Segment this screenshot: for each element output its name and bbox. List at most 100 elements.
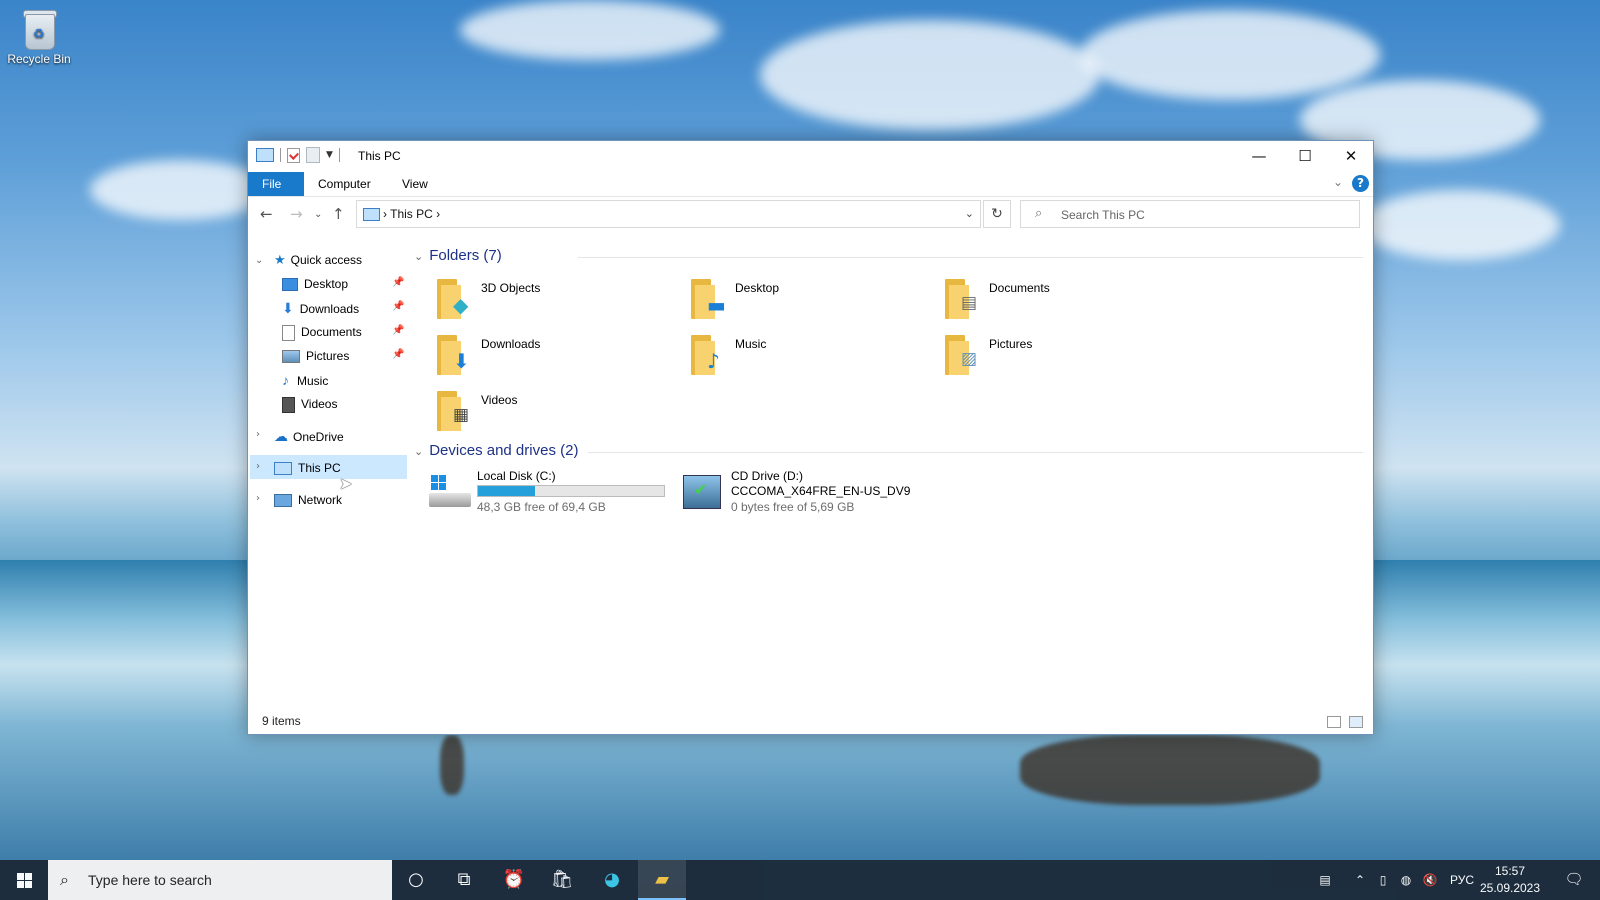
folder-icon: ♪	[689, 335, 727, 375]
drive-free-space: 48,3 GB free of 69,4 GB	[477, 500, 606, 514]
nav-item-documents[interactable]: Documents	[282, 321, 362, 343]
folder-music[interactable]: ♪ Music	[689, 331, 929, 383]
toolbar-separator	[280, 148, 281, 162]
nav-item-music[interactable]: ♪ Music	[282, 369, 328, 391]
nav-item-pictures[interactable]: Pictures	[282, 345, 349, 367]
drive-name: CD Drive (D:)	[731, 469, 803, 483]
folder-icon: ⬇	[435, 335, 473, 375]
up-arrow-icon[interactable]: ↑	[332, 205, 345, 223]
tab-file[interactable]: File	[248, 172, 304, 196]
nav-label: Music	[297, 374, 329, 388]
folder-label: Desktop	[735, 281, 780, 295]
network-globe-icon[interactable]: ◍	[1396, 860, 1416, 900]
clock-date: 25.09.2023	[1479, 881, 1541, 895]
music-note-icon: ♪	[707, 349, 720, 373]
news-widget-icon[interactable]: ▤	[1310, 860, 1340, 900]
pin-icon[interactable]: 📌	[392, 277, 404, 288]
cloud	[760, 20, 1100, 130]
notifications-icon[interactable]: 🗨	[1556, 860, 1592, 900]
folders-group-header[interactable]: ⌄ Folders (7)	[414, 247, 502, 264]
nav-label: Quick access	[290, 253, 363, 267]
taskbar: ⌕ Type here to search ○ ⧉ ⏰ 🛍 ◕ ▰ ▤ ⌃ ▯ …	[0, 860, 1600, 900]
show-hidden-icons-icon[interactable]: ⌃	[1350, 860, 1370, 900]
chevron-right-icon[interactable]: ›	[256, 493, 260, 504]
nav-item-desktop[interactable]: Desktop	[282, 273, 348, 295]
customize-toolbar-dropdown-icon[interactable]: ▼	[326, 150, 333, 160]
document-icon: ▤	[961, 293, 978, 313]
title-bar[interactable]: ▼ This PC — ☐ ✕	[248, 141, 1373, 171]
folder-desktop[interactable]: ▬ Desktop	[689, 275, 929, 327]
alarms-clock-icon[interactable]: ⏰	[490, 860, 538, 900]
breadcrumb-this-pc[interactable]: This PC	[390, 207, 433, 221]
details-view-icon[interactable]	[1327, 716, 1341, 728]
nav-item-videos[interactable]: Videos	[282, 393, 337, 415]
refresh-icon[interactable]: ↻	[983, 200, 1011, 228]
nav-label: Videos	[301, 397, 338, 411]
film-icon: ▦	[453, 405, 470, 425]
file-explorer-taskbar-icon[interactable]: ▰	[638, 860, 686, 900]
pin-icon[interactable]: 📌	[392, 349, 404, 360]
search-input[interactable]	[1059, 205, 1353, 225]
expand-ribbon-icon[interactable]: ⌄	[1333, 175, 1343, 189]
volume-muted-icon[interactable]: 🔇	[1420, 860, 1440, 900]
tab-computer[interactable]: Computer	[304, 172, 385, 196]
start-button[interactable]	[0, 860, 48, 900]
large-icons-view-icon[interactable]	[1349, 716, 1363, 728]
drives-group-header[interactable]: ⌄ Devices and drives (2)	[414, 442, 578, 459]
maximize-button[interactable]: ☐	[1282, 141, 1328, 171]
recycle-bin-shortcut[interactable]: ♻ Recycle Bin	[4, 8, 74, 66]
desktop-icon	[282, 278, 298, 292]
quick-access-toolbar: ▼	[256, 147, 340, 163]
address-bar[interactable]: › This PC › ⌄	[356, 200, 981, 228]
store-icon[interactable]: 🛍	[538, 860, 586, 900]
address-dropdown-icon[interactable]: ⌄	[965, 207, 974, 220]
nav-this-pc[interactable]: This PC	[274, 457, 341, 479]
nav-item-downloads[interactable]: ⬇ Downloads	[282, 297, 359, 319]
input-language[interactable]: РУС	[1446, 860, 1478, 900]
folder-label: Videos	[481, 393, 518, 407]
nav-onedrive[interactable]: ☁ OneDrive	[274, 425, 344, 447]
picture-icon	[282, 350, 300, 364]
chevron-down-icon[interactable]: ⌄	[255, 255, 263, 266]
new-folder-icon[interactable]	[306, 147, 320, 163]
tab-view[interactable]: View	[388, 172, 442, 196]
download-arrow-icon: ⬇	[453, 349, 470, 373]
chevron-right-icon[interactable]: ›	[256, 461, 260, 472]
pin-icon[interactable]: 📌	[392, 325, 404, 336]
folder-pictures[interactable]: ▨ Pictures	[943, 331, 1183, 383]
drive-local-disk-c[interactable]: Local Disk (C:) 48,3 GB free of 69,4 GB	[429, 469, 669, 521]
forward-arrow-icon[interactable]: →	[290, 205, 303, 223]
star-icon: ★	[274, 252, 286, 267]
chevron-right-icon[interactable]: ›	[256, 429, 260, 440]
minimize-button[interactable]: —	[1236, 141, 1282, 171]
cloud	[1360, 190, 1560, 260]
nav-network[interactable]: Network	[274, 489, 342, 511]
window-title: This PC	[358, 149, 401, 163]
device-icon[interactable]: ▯	[1374, 860, 1392, 900]
folder-documents[interactable]: ▤ Documents	[943, 275, 1183, 327]
this-pc-icon	[256, 148, 274, 162]
nav-quick-access[interactable]: ★ Quick access	[274, 249, 362, 271]
reflection	[1020, 735, 1320, 805]
nav-label: This PC	[298, 461, 341, 475]
help-button[interactable]: ?	[1352, 175, 1369, 192]
recent-locations-icon[interactable]: ⌄	[314, 209, 322, 220]
breadcrumb[interactable]: › This PC ›	[383, 207, 440, 221]
cd-drive-icon: ✔	[683, 475, 721, 509]
back-arrow-icon[interactable]: ←	[260, 205, 273, 223]
drive-cd-d[interactable]: ✔ CD Drive (D:) CCCOMA_X64FRE_EN-US_DV9 …	[683, 469, 923, 521]
taskbar-search-placeholder: Type here to search	[88, 872, 212, 888]
properties-icon[interactable]	[287, 147, 300, 163]
task-view-icon[interactable]: ⧉	[440, 860, 488, 900]
taskbar-search-box[interactable]: ⌕ Type here to search	[48, 860, 392, 900]
clock[interactable]: 15:57 25.09.2023	[1475, 863, 1545, 897]
search-box[interactable]: ⌕	[1020, 200, 1360, 228]
edge-browser-icon[interactable]: ◕	[588, 860, 636, 900]
folder-3d-objects[interactable]: ◆ 3D Objects	[435, 275, 675, 327]
cortana-icon[interactable]: ○	[392, 860, 440, 900]
nav-label: Network	[298, 493, 343, 507]
folder-videos[interactable]: ▦ Videos	[435, 387, 675, 439]
close-button[interactable]: ✕	[1328, 141, 1374, 171]
folder-downloads[interactable]: ⬇ Downloads	[435, 331, 675, 383]
pin-icon[interactable]: 📌	[392, 301, 404, 312]
